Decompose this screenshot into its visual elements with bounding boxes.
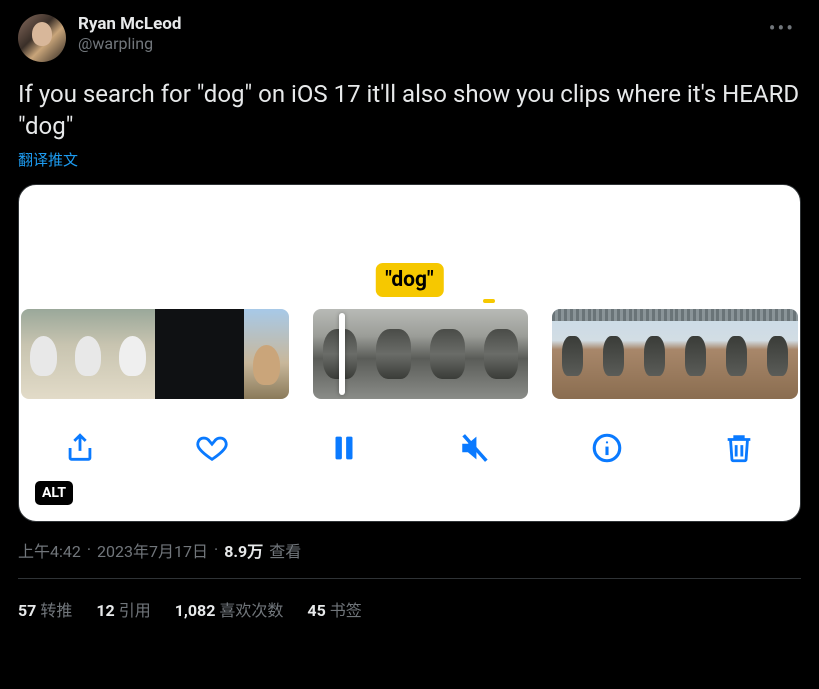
share-icon[interactable] bbox=[61, 429, 99, 467]
retweets-count: 57 bbox=[18, 601, 36, 620]
bookmarks-stat[interactable]: 45 书签 bbox=[307, 597, 361, 621]
retweets-stat[interactable]: 57转推 bbox=[18, 597, 72, 621]
timeline-frame bbox=[716, 309, 757, 399]
timeline-frame bbox=[244, 309, 289, 399]
playhead[interactable] bbox=[339, 313, 345, 395]
playhead-marker bbox=[483, 299, 495, 303]
timeline-frame bbox=[110, 309, 155, 399]
tweet-container: Ryan McLeod @warpling ••• If you search … bbox=[0, 0, 819, 621]
media-attachment[interactable]: "dog" bbox=[18, 184, 801, 522]
bookmarks-label: 书签 bbox=[330, 601, 362, 620]
timeline-frame bbox=[757, 309, 798, 399]
translate-link[interactable]: 翻译推文 bbox=[18, 149, 78, 170]
dot-sep: · bbox=[87, 540, 91, 559]
timeline-frame bbox=[593, 309, 634, 399]
dot-sep: · bbox=[214, 540, 218, 559]
timeline-frame bbox=[66, 309, 111, 399]
mute-icon[interactable] bbox=[456, 429, 494, 467]
user-handle: @warpling bbox=[78, 34, 181, 53]
likes-stat[interactable]: 1,082喜欢次数 bbox=[175, 597, 284, 621]
tweet-date[interactable]: 2023年7月17日 bbox=[97, 538, 208, 562]
views-label: 查看 bbox=[269, 538, 301, 562]
retweets-label: 转推 bbox=[40, 601, 72, 620]
quotes-stat[interactable]: 12 引用 bbox=[96, 597, 150, 621]
timeline-frame bbox=[21, 309, 66, 399]
video-timeline[interactable] bbox=[19, 309, 800, 399]
timeline-frame bbox=[634, 309, 675, 399]
tweet-header: Ryan McLeod @warpling ••• bbox=[18, 14, 801, 62]
media-inner: "dog" bbox=[19, 185, 800, 521]
tweet-time[interactable]: 上午4:42 bbox=[18, 538, 81, 562]
author-names[interactable]: Ryan McLeod @warpling bbox=[78, 14, 181, 53]
timeline-frame bbox=[199, 309, 244, 399]
timeline-frame bbox=[421, 309, 475, 399]
pause-icon[interactable] bbox=[325, 429, 363, 467]
timeline-frame bbox=[155, 309, 200, 399]
tweet-text: If you search for "dog" on iOS 17 it'll … bbox=[18, 78, 801, 143]
heart-icon[interactable] bbox=[193, 429, 231, 467]
views-count: 8.9万 bbox=[224, 538, 263, 562]
tweet-meta: 上午4:42 · 2023年7月17日 · 8.9万 查看 bbox=[18, 538, 801, 562]
timeline-frame bbox=[552, 309, 593, 399]
alt-badge[interactable]: ALT bbox=[35, 481, 73, 505]
tweet-stats: 57转推 12 引用 1,082喜欢次数 45 书签 bbox=[18, 579, 801, 621]
quotes-label: 引用 bbox=[119, 601, 151, 620]
info-icon[interactable] bbox=[588, 429, 626, 467]
timeline-frame bbox=[367, 309, 421, 399]
timeline-frame bbox=[675, 309, 716, 399]
trash-icon[interactable] bbox=[720, 429, 758, 467]
quotes-count: 12 bbox=[96, 601, 114, 620]
timeline-frame bbox=[474, 309, 528, 399]
media-toolbar bbox=[19, 423, 800, 473]
likes-label: 喜欢次数 bbox=[219, 601, 283, 620]
avatar[interactable] bbox=[18, 14, 66, 62]
search-term-badge: "dog" bbox=[375, 263, 443, 297]
clip-group-2[interactable] bbox=[313, 309, 528, 399]
clip-group-3[interactable] bbox=[552, 309, 798, 399]
more-icon[interactable]: ••• bbox=[763, 12, 801, 44]
display-name: Ryan McLeod bbox=[78, 14, 181, 34]
likes-count: 1,082 bbox=[175, 601, 216, 620]
bookmarks-count: 45 bbox=[307, 601, 325, 620]
clip-group-1[interactable] bbox=[21, 309, 289, 399]
